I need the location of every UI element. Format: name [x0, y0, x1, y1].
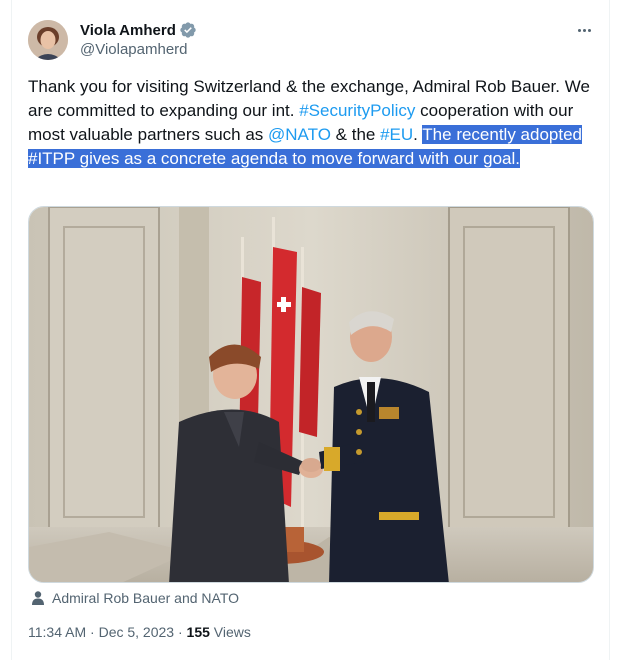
- avatar[interactable]: [28, 20, 68, 60]
- tweet-text-segment: & the: [330, 125, 381, 144]
- meta-separator: ·: [174, 624, 187, 640]
- more-dot: [577, 28, 581, 32]
- more-options-button[interactable]: [574, 22, 594, 38]
- author-handle[interactable]: @Violapamherd: [80, 41, 188, 58]
- more-dot: [587, 28, 591, 32]
- views-label: Views: [209, 624, 251, 640]
- tweet-meta: 11:34 AM · Dec 5, 2023 · 155 Views: [28, 624, 251, 640]
- caption-text[interactable]: Admiral Rob Bauer and NATO: [52, 590, 239, 606]
- mention-link-nato[interactable]: @NATO: [268, 125, 331, 144]
- views-count: 155: [186, 624, 210, 640]
- tweet-text: Thank you for visiting Switzerland & the…: [28, 75, 598, 171]
- hashtag-link-eu[interactable]: #EU: [380, 125, 413, 144]
- meta-separator: ·: [86, 624, 99, 640]
- author-name[interactable]: Viola Amherd: [80, 22, 176, 39]
- tweet-photo[interactable]: [28, 206, 594, 583]
- tweet-date[interactable]: Dec 5, 2023: [99, 624, 175, 640]
- person-icon: [32, 591, 44, 605]
- tweet-time[interactable]: 11:34 AM: [28, 624, 86, 640]
- more-dot: [582, 28, 586, 32]
- avatar-image: [28, 20, 68, 60]
- verified-badge-icon: [180, 22, 196, 38]
- photo-caption[interactable]: Admiral Rob Bauer and NATO: [30, 588, 239, 608]
- author-name-row[interactable]: Viola Amherd: [80, 20, 197, 40]
- photo-image: [29, 207, 593, 582]
- tweet-text-segment: .: [413, 125, 423, 144]
- hashtag-link-securitypolicy[interactable]: #SecurityPolicy: [299, 101, 415, 120]
